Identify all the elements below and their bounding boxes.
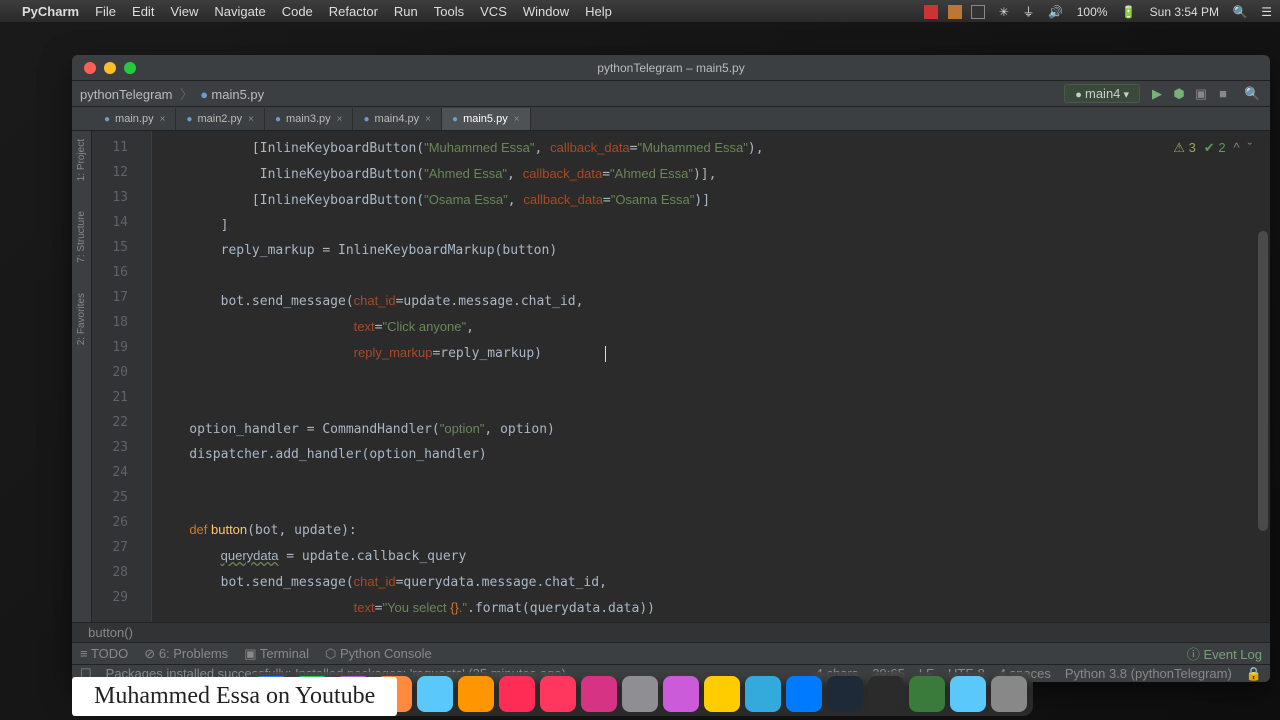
problems-tab[interactable]: ⊘ 6: Problems <box>144 646 228 662</box>
search-everywhere-button[interactable]: 🔍 <box>1244 86 1258 102</box>
dock-app-icon[interactable] <box>458 676 494 712</box>
dock-app-icon[interactable] <box>827 676 863 712</box>
macos-menubar: PyCharm File Edit View Navigate Code Refactor… <box>0 0 1280 22</box>
run-button[interactable]: ▶ <box>1150 86 1164 102</box>
breadcrumb[interactable]: pythonTelegram 〉 ● main5.py <box>80 84 264 103</box>
pycharm-window: pythonTelegram – main5.py pythonTelegram… <box>72 55 1270 682</box>
lock-icon[interactable]: 🔒 <box>1246 666 1262 681</box>
tool-tab[interactable]: 7: Structure <box>76 211 87 263</box>
dock-app-icon[interactable] <box>991 676 1027 712</box>
window-title: pythonTelegram – main5.py <box>597 61 744 75</box>
editor-tab[interactable]: ●main5.py× <box>442 108 531 130</box>
editor-tab[interactable]: ●main3.py× <box>265 108 354 130</box>
menu-tools[interactable]: Tools <box>434 4 464 19</box>
dock-app-icon[interactable] <box>499 676 535 712</box>
menubar-app[interactable]: PyCharm <box>22 4 79 19</box>
tool-tab[interactable]: 1: Project <box>76 139 87 181</box>
menu-edit[interactable]: Edit <box>132 4 154 19</box>
spotlight-icon[interactable]: 🔍 <box>1233 5 1248 19</box>
titlebar[interactable]: pythonTelegram – main5.py <box>72 55 1270 81</box>
menubar-right: ✳ ⏚ 🔊 100% 🔋 Sun 3:54 PM 🔍 ☰ <box>918 3 1272 20</box>
navigation-bar: pythonTelegram 〉 ● main5.py ● main4 ▾ ▶ … <box>72 81 1270 107</box>
dock-app-icon[interactable] <box>704 676 740 712</box>
menu-window[interactable]: Window <box>523 4 569 19</box>
menu-refactor[interactable]: Refactor <box>329 4 378 19</box>
menu-run[interactable]: Run <box>394 4 418 19</box>
editor-scrollbar[interactable] <box>1258 231 1268 531</box>
editor[interactable]: 11121314151617181920212223242526272829 [… <box>92 131 1270 622</box>
dock-app-icon[interactable] <box>622 676 658 712</box>
tool-tab[interactable]: 2: Favorites <box>76 293 87 345</box>
fold-column[interactable] <box>138 131 152 622</box>
dock-app-icon[interactable] <box>909 676 945 712</box>
left-tool-sidebar: 1: Project 7: Structure 2: Favorites <box>72 131 92 622</box>
close-window-button[interactable] <box>84 62 96 74</box>
tool-window-bar: ≡ TODO ⊘ 6: Problems ▣ Terminal ⬡ Python… <box>72 642 1270 664</box>
menu-view[interactable]: View <box>170 4 198 19</box>
menu-navigate[interactable]: Navigate <box>214 4 265 19</box>
status-icon[interactable] <box>971 5 985 19</box>
line-gutter[interactable]: 11121314151617181920212223242526272829 <box>92 131 138 622</box>
battery-icon[interactable]: 🔋 <box>1121 5 1136 19</box>
editor-tabs: ●main.py×●main2.py×●main3.py×●main4.py×●… <box>72 107 1270 131</box>
dock-app-icon[interactable] <box>745 676 781 712</box>
todo-tab[interactable]: ≡ TODO <box>80 646 128 661</box>
dock-app-icon[interactable] <box>950 676 986 712</box>
code-area[interactable]: [InlineKeyboardButton("Muhammed Essa", c… <box>152 131 1270 622</box>
dock-app-icon[interactable] <box>581 676 617 712</box>
volume-icon[interactable]: 🔊 <box>1048 5 1063 19</box>
menu-icon[interactable]: ☰ <box>1261 5 1272 19</box>
dock-app-icon[interactable] <box>663 676 699 712</box>
status-icon[interactable] <box>924 5 938 19</box>
dock-app-icon[interactable] <box>540 676 576 712</box>
bluetooth-icon[interactable]: ✳ <box>999 5 1009 19</box>
desktop: pythonTelegram – main5.py pythonTelegram… <box>0 22 1280 720</box>
menu-code[interactable]: Code <box>282 4 313 19</box>
editor-tab[interactable]: ●main.py× <box>94 108 176 130</box>
debug-button[interactable]: ⬢ <box>1172 86 1186 102</box>
dock-app-icon[interactable] <box>786 676 822 712</box>
editor-tab[interactable]: ●main2.py× <box>176 108 265 130</box>
menu-help[interactable]: Help <box>585 4 612 19</box>
status-interpreter[interactable]: Python 3.8 (pythonTelegram) <box>1065 666 1232 681</box>
minimize-window-button[interactable] <box>104 62 116 74</box>
run-config-select[interactable]: ● main4 ▾ <box>1064 84 1140 103</box>
python-console-tab[interactable]: ⬡ Python Console <box>325 646 432 662</box>
menu-vcs[interactable]: VCS <box>480 4 507 19</box>
clock: Sun 3:54 PM <box>1150 5 1219 19</box>
run-coverage-button[interactable]: ▣ <box>1194 86 1208 102</box>
menu-file[interactable]: File <box>95 4 116 19</box>
video-caption: Muhammed Essa on Youtube <box>72 677 397 716</box>
terminal-tab[interactable]: ▣ Terminal <box>244 646 309 662</box>
battery-pct: 100% <box>1077 5 1108 19</box>
editor-tab[interactable]: ●main4.py× <box>353 108 442 130</box>
stop-button[interactable]: ■ <box>1216 86 1230 101</box>
wifi-icon[interactable]: ⏚ <box>1023 5 1035 19</box>
status-icon[interactable] <box>948 5 962 19</box>
dock-app-icon[interactable] <box>868 676 904 712</box>
crumb-bar[interactable]: button() <box>72 622 1270 642</box>
dock-app-icon[interactable] <box>417 676 453 712</box>
event-log-tab[interactable]: ⓘ Event Log <box>1187 644 1262 663</box>
zoom-window-button[interactable] <box>124 62 136 74</box>
inspection-badges[interactable]: ⚠ 3 ✔ 2 ^ˇ <box>1173 135 1252 160</box>
